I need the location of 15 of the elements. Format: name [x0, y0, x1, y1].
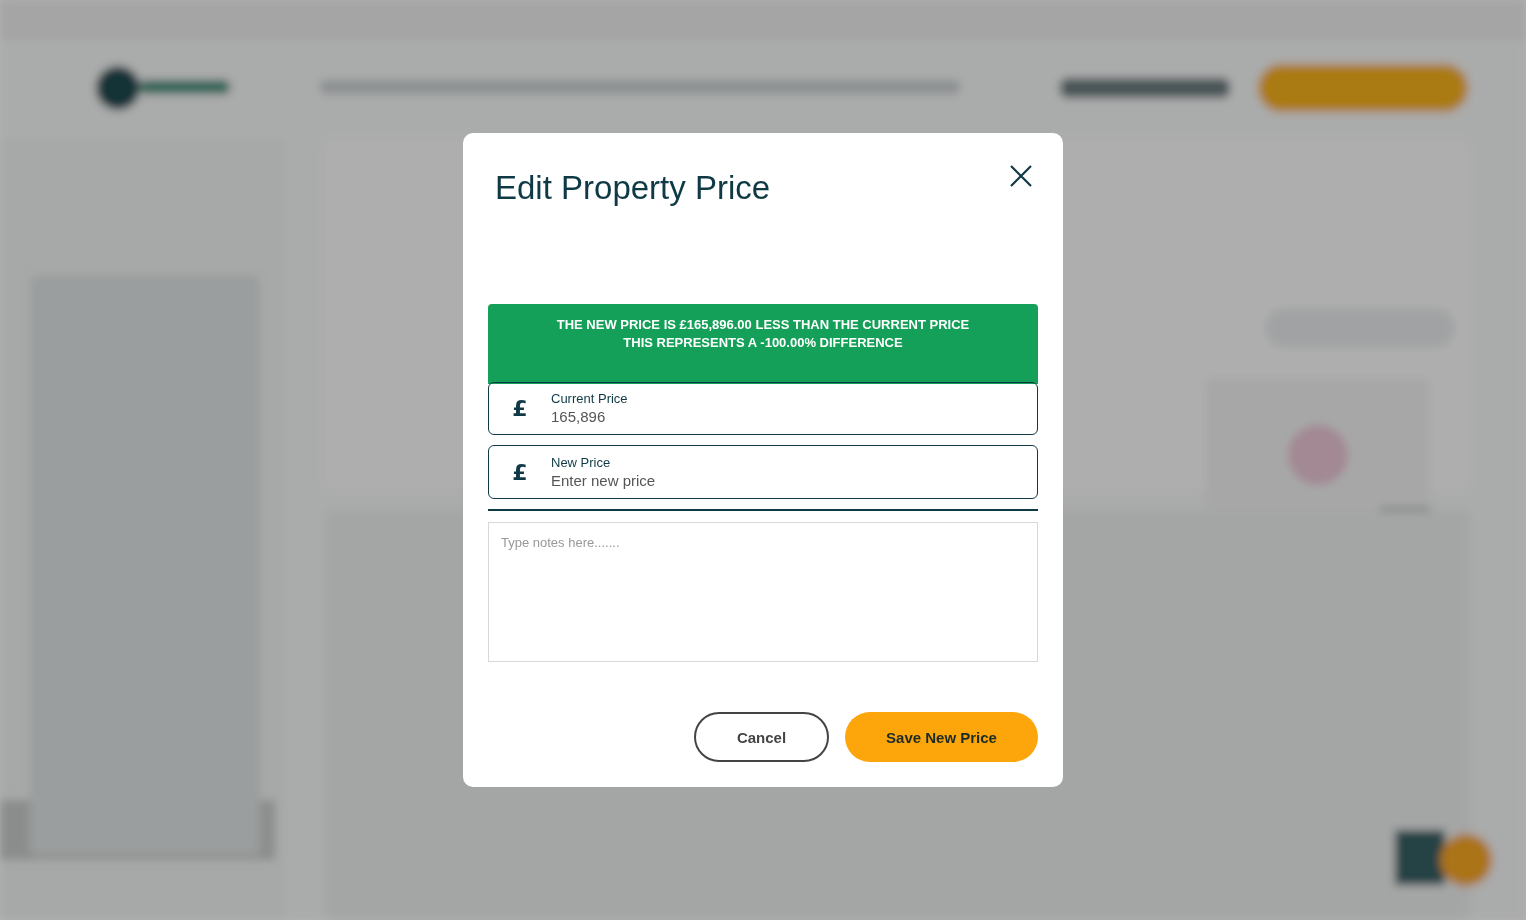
- cancel-button[interactable]: Cancel: [694, 712, 829, 762]
- field-label: Current Price: [551, 391, 629, 407]
- price-input[interactable]: Enter new price: [551, 472, 1037, 490]
- field-label: New Price: [551, 455, 612, 471]
- close-icon[interactable]: [1009, 164, 1033, 188]
- price-input[interactable]: 165,896: [551, 408, 1037, 426]
- price-field[interactable]: £ New Price Enter new price: [488, 445, 1038, 500]
- alert-text: THIS REPRESENTS A -100.00% DIFFERENCE: [623, 333, 903, 352]
- save-button[interactable]: Save New Price: [845, 712, 1038, 762]
- currency-symbol: £: [511, 459, 529, 485]
- currency-symbol: £: [511, 395, 529, 421]
- notes-field[interactable]: Type notes here.......: [488, 522, 1038, 662]
- price-field[interactable]: £ Current Price 165,896: [488, 381, 1038, 436]
- alert-text: THE NEW PRICE IS £165,896.00 LESS THAN THE CURRENT PRICE: [556, 315, 970, 334]
- dialog-title: Edit Property Price: [495, 169, 771, 207]
